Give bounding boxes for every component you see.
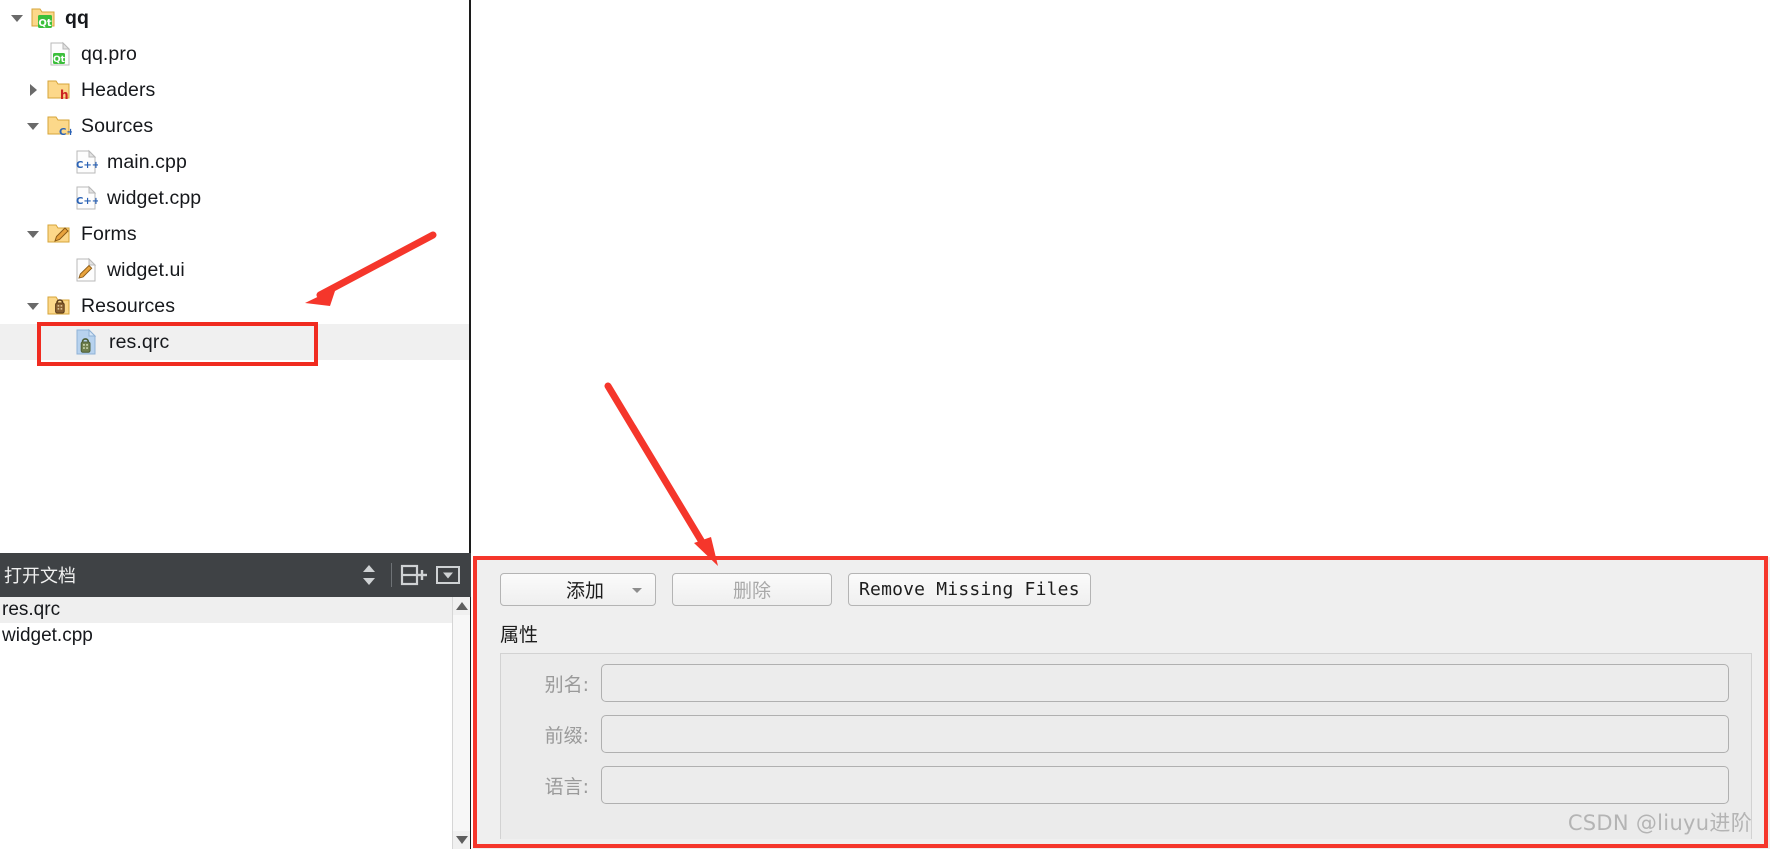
editor-blank-area bbox=[473, 0, 1770, 557]
open-document-label: res.qrc bbox=[2, 599, 61, 620]
twisty-right-icon[interactable] bbox=[20, 84, 46, 96]
headers-folder-icon: h bbox=[46, 78, 72, 102]
qt-creator-window: Qt qq Qt qq.pro h Headers C+ Sources C++… bbox=[0, 0, 1770, 849]
tree-item-main-cpp[interactable]: C++ main.cpp bbox=[0, 144, 469, 180]
qt-pro-file-icon: Qt bbox=[48, 41, 72, 67]
svg-text:C++: C++ bbox=[59, 127, 72, 138]
cpp-file-icon: C++ bbox=[74, 149, 98, 175]
tree-item-label: widget.ui bbox=[107, 258, 185, 281]
close-dropdown-icon[interactable] bbox=[431, 558, 465, 592]
tree-item-label: main.cpp bbox=[107, 150, 187, 173]
project-tree[interactable]: Qt qq Qt qq.pro h Headers C+ Sources C++… bbox=[0, 0, 469, 553]
add-button[interactable]: 添加 bbox=[500, 573, 656, 606]
remove-missing-files-label: Remove Missing Files bbox=[859, 579, 1080, 600]
svg-text:Qt: Qt bbox=[53, 55, 66, 65]
language-input[interactable] bbox=[601, 766, 1729, 804]
tree-item-label: qq.pro bbox=[81, 42, 137, 65]
tree-item-forms[interactable]: Forms bbox=[0, 216, 469, 252]
svg-text:C++: C++ bbox=[76, 196, 98, 207]
svg-text:C++: C++ bbox=[76, 160, 98, 171]
twisty-down-icon[interactable] bbox=[20, 122, 46, 130]
twisty-down-icon[interactable] bbox=[20, 230, 46, 238]
tree-item-qq[interactable]: Qt qq bbox=[0, 0, 469, 36]
open-documents-title: 打开文档 bbox=[4, 566, 76, 587]
watermark: CSDN @liuyu进阶 bbox=[1567, 811, 1752, 835]
scrollbar-track[interactable] bbox=[453, 615, 470, 831]
open-documents-scrollbar[interactable] bbox=[452, 597, 470, 849]
open-document-item-widget-cpp[interactable]: widget.cpp bbox=[0, 623, 452, 649]
twisty-down-icon[interactable] bbox=[4, 14, 30, 22]
tree-item-label: Forms bbox=[81, 222, 137, 245]
prefix-input[interactable] bbox=[601, 715, 1729, 753]
qrc-editor-panel: 添加 删除 Remove Missing Files 属性 别名: 前缀: 语言… bbox=[473, 557, 1770, 849]
tree-item-label: Resources bbox=[81, 294, 176, 317]
tree-item-resources[interactable]: Resources bbox=[0, 288, 469, 324]
tree-item-res-qrc[interactable]: res.qrc bbox=[0, 324, 469, 360]
qrc-toolbar: 添加 删除 Remove Missing Files bbox=[473, 569, 1770, 606]
prefix-label: 前缀: bbox=[544, 724, 589, 747]
open-documents-list[interactable]: res.qrc widget.cpp bbox=[0, 597, 452, 849]
alias-label: 别名: bbox=[544, 673, 589, 696]
resources-folder-icon bbox=[46, 294, 72, 318]
qrc-file-icon bbox=[74, 328, 100, 356]
sources-folder-icon: C++ bbox=[46, 114, 72, 138]
tree-item-widget-cpp[interactable]: C++ widget.cpp bbox=[0, 180, 469, 216]
properties-section-title: 属性 bbox=[500, 624, 539, 646]
chevron-down-icon[interactable] bbox=[632, 587, 642, 593]
tree-item-widget-ui[interactable]: widget.ui bbox=[0, 252, 469, 288]
property-row-alias: 别名: bbox=[523, 664, 1729, 702]
qt-project-folder-icon: Qt bbox=[30, 6, 56, 30]
split-add-icon[interactable] bbox=[397, 558, 431, 592]
properties-group-box: 别名: 前缀: 语言: bbox=[500, 653, 1752, 839]
tree-item-headers[interactable]: h Headers bbox=[0, 72, 469, 108]
remove-missing-files-button[interactable]: Remove Missing Files bbox=[848, 573, 1091, 606]
twisty-down-icon[interactable] bbox=[20, 302, 46, 310]
tree-item-label: Headers bbox=[81, 78, 156, 101]
scroll-up-arrow-icon[interactable] bbox=[453, 597, 470, 615]
left-panel: Qt qq Qt qq.pro h Headers C+ Sources C++… bbox=[0, 0, 471, 849]
delete-button[interactable]: 删除 bbox=[672, 573, 832, 606]
alias-input[interactable] bbox=[601, 664, 1729, 702]
svg-text:Qt: Qt bbox=[38, 18, 52, 29]
tree-item-label: Sources bbox=[81, 114, 154, 137]
tree-item-label: widget.cpp bbox=[107, 186, 202, 209]
open-documents-header: 打开文档 bbox=[0, 553, 471, 597]
scroll-down-arrow-icon[interactable] bbox=[453, 831, 470, 849]
tree-item-sources[interactable]: C++ Sources bbox=[0, 108, 469, 144]
language-label: 语言: bbox=[544, 775, 589, 798]
open-document-label: widget.cpp bbox=[2, 625, 93, 646]
split-selector-icon[interactable] bbox=[352, 558, 386, 592]
property-row-prefix: 前缀: bbox=[523, 715, 1729, 753]
toolbar-divider bbox=[391, 563, 392, 587]
property-row-language: 语言: bbox=[523, 766, 1729, 804]
tree-item-label: res.qrc bbox=[109, 330, 170, 353]
tree-item-label: qq bbox=[65, 6, 90, 29]
forms-folder-icon bbox=[46, 222, 72, 246]
ui-file-icon bbox=[74, 257, 98, 283]
open-document-item-res-qrc[interactable]: res.qrc bbox=[0, 597, 452, 623]
tree-item-qq-pro[interactable]: Qt qq.pro bbox=[0, 36, 469, 72]
cpp-file-icon: C++ bbox=[74, 185, 98, 211]
delete-button-label: 删除 bbox=[732, 580, 771, 602]
svg-text:h: h bbox=[60, 88, 69, 102]
